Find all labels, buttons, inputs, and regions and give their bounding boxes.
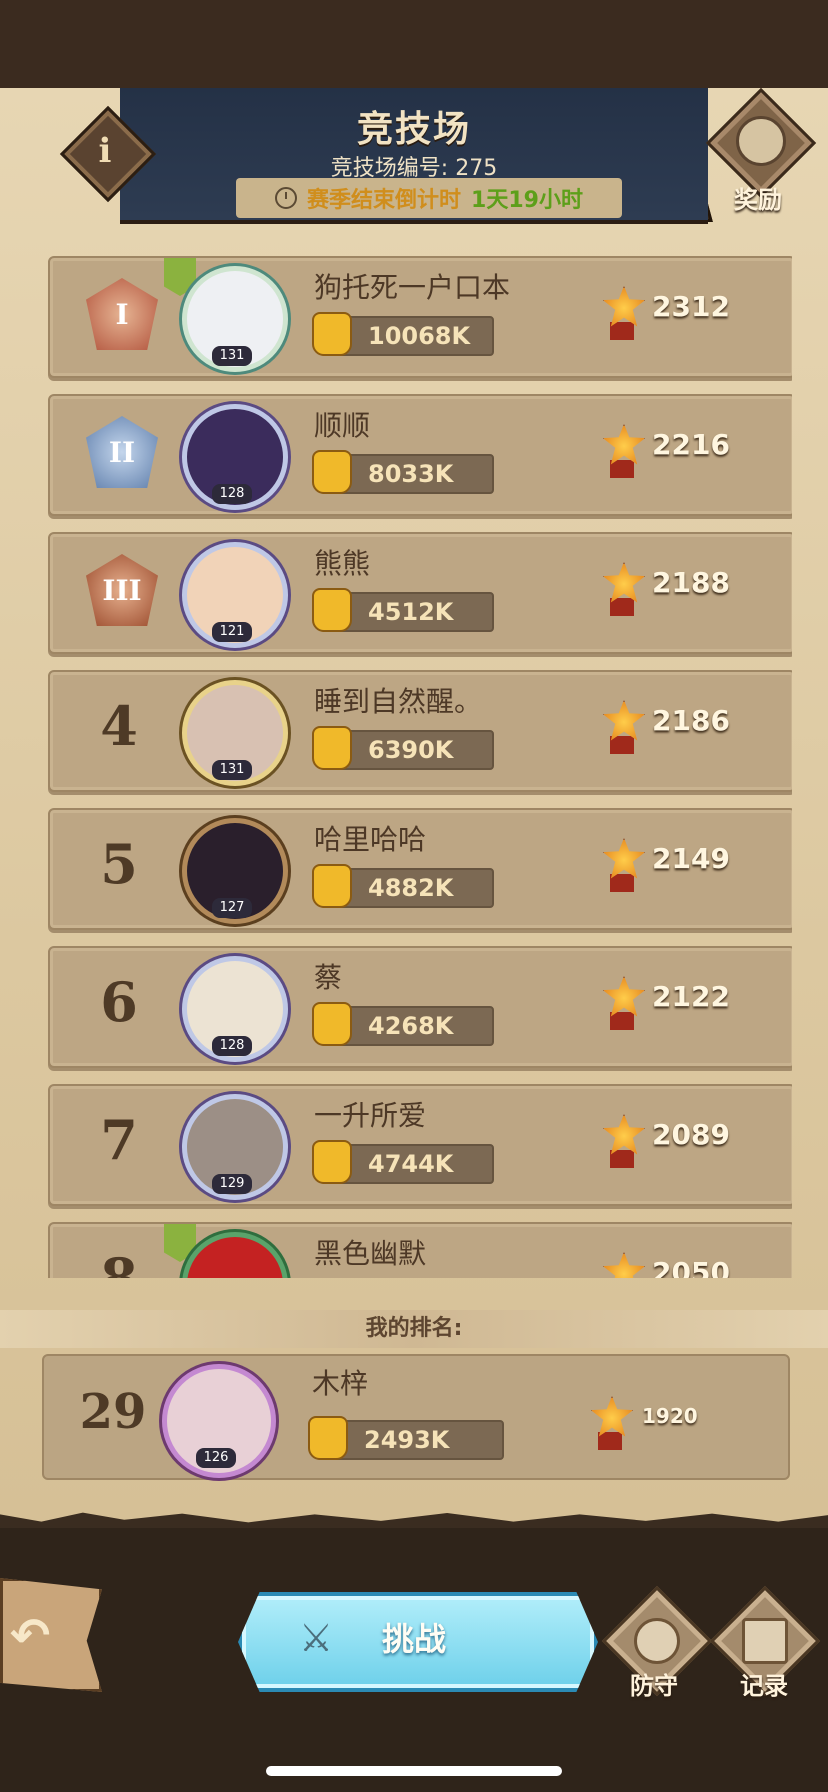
arena-score: 2312 [652,290,730,323]
arena-score: 2216 [652,428,730,461]
player-name: 狗托死一户口本 [314,271,511,304]
leaderboard-row[interactable]: 6 128 蔡 4268K 2122 [48,946,792,1068]
fist-icon [312,450,352,494]
player-level: 129 [212,1174,252,1194]
my-rank-label: 我的排名: [0,1310,828,1348]
medal-ribbon [610,736,634,754]
leaderboard-row[interactable]: 8 黑色幽默 2050 [48,1222,792,1278]
power-value: 4744K [368,1150,454,1178]
clock-icon [275,187,298,209]
power-value: 6390K [368,736,454,764]
player-level: 128 [212,1036,252,1056]
power-value: 4882K [368,874,454,902]
countdown-value: 1天19小时 [471,188,583,213]
fist-icon [312,1140,352,1184]
medal-icon [602,1252,646,1278]
arena-score: 2188 [652,566,730,599]
leaderboard-row[interactable]: II 128 顺顺 8033K 2216 [48,394,792,516]
my-level: 126 [196,1448,236,1468]
player-level: 127 [212,898,252,918]
rank-number: 5 [100,832,138,896]
rank-badge-bronze: III [86,554,158,626]
scroll-icon[interactable] [742,1618,788,1664]
leaderboard-row[interactable]: 7 129 一升所爱 4744K 2089 [48,1084,792,1206]
fist-icon [312,588,352,632]
arena-score: 2089 [652,1118,730,1151]
defend-label[interactable]: 防守 [604,1666,704,1701]
player-level: 128 [212,484,252,504]
power-value: 4268K [368,1012,454,1040]
rank-number: 7 [100,1108,138,1172]
rank-number: 8 [100,1246,138,1278]
leaderboard-row[interactable]: I 131 狗托死一户口本 10068K 2312 [48,256,792,378]
power-value: 10068K [368,322,471,350]
record-label[interactable]: 记录 [714,1666,814,1701]
player-avatar[interactable] [182,1232,288,1278]
medal-ribbon [610,1012,634,1030]
player-name: 黑色幽默 [314,1237,427,1270]
rank-number: 4 [100,694,138,758]
countdown-label: 赛季结束倒计时 [307,188,462,213]
my-arena-score: 1920 [642,1404,698,1428]
arena-score: 2122 [652,980,730,1013]
my-rank-row[interactable]: 29 126 木梓 2493K 1920 [42,1354,790,1480]
reward-chest-icon[interactable] [736,116,786,166]
fist-icon [312,1002,352,1046]
power-value: 4512K [368,598,454,626]
fist-icon [308,1416,348,1460]
medal-ribbon [610,1150,634,1168]
player-level: 131 [212,760,252,780]
player-level: 131 [212,346,252,366]
player-name: 睡到自然醒。 [314,685,483,718]
top-bar [0,0,828,88]
medal-ribbon [610,874,634,892]
medal-ribbon [610,322,634,340]
fist-icon [312,312,352,356]
info-icon[interactable]: i [74,120,136,182]
medal-ribbon [598,1432,622,1450]
shield-icon[interactable] [634,1618,680,1664]
leaderboard-row[interactable]: 4 131 睡到自然醒。 6390K 2186 [48,670,792,792]
home-indicator[interactable] [266,1766,562,1776]
rank-number: 6 [100,970,138,1034]
player-name: 熊熊 [314,547,371,580]
my-name: 木梓 [312,1367,369,1400]
rank-badge-silver: II [86,416,158,488]
player-level: 121 [212,622,252,642]
arena-score: 2149 [652,842,730,875]
medal-ribbon [610,460,634,478]
fist-icon [312,864,352,908]
my-rank-number: 29 [79,1384,147,1440]
player-name: 蔡 [314,961,343,994]
leaderboard-row[interactable]: 5 127 哈里哈哈 4882K 2149 [48,808,792,930]
reward-label[interactable]: 奖励 [706,180,810,215]
season-countdown: 赛季结束倒计时 1天19小时 [236,178,622,218]
player-name: 哈里哈哈 [314,823,427,856]
medal-ribbon [610,598,634,616]
leaderboard-list[interactable]: I 131 狗托死一户口本 10068K 2312 II 128 顺顺 8033… [48,256,792,1278]
leaderboard-row[interactable]: III 121 熊熊 4512K 2188 [48,532,792,654]
challenge-label[interactable]: 挑战 [238,1614,590,1660]
fist-icon [312,726,352,770]
rank-badge-gold: I [86,278,158,350]
my-power-value: 2493K [364,1426,450,1454]
player-name: 顺顺 [314,409,371,442]
player-name: 一升所爱 [314,1099,427,1132]
arena-score: 2050 [652,1256,730,1278]
power-value: 8033K [368,460,454,488]
arena-score: 2186 [652,704,730,737]
back-arrow-icon[interactable]: ↶ [10,1608,50,1664]
